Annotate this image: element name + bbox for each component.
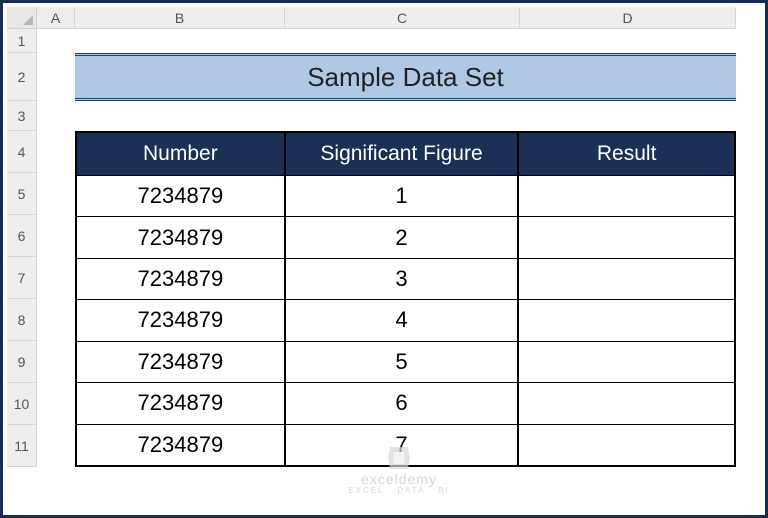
header-number: Number — [77, 133, 286, 175]
watermark-logo-icon — [388, 447, 410, 469]
cell-result[interactable] — [519, 341, 734, 382]
cell-sigfig[interactable]: 3 — [286, 258, 520, 299]
cell-number[interactable]: 7234879 — [77, 424, 286, 465]
table-body: 7234879172348792723487937234879472348795… — [77, 175, 734, 465]
row-header-8[interactable]: 8 — [7, 299, 37, 341]
watermark: exceldemy EXCEL · DATA · BI — [348, 447, 449, 495]
row-header-1[interactable]: 1 — [7, 29, 37, 53]
cell-sigfig[interactable]: 1 — [286, 175, 520, 216]
watermark-brand: exceldemy — [361, 471, 437, 487]
cell-sigfig[interactable]: 5 — [286, 341, 520, 382]
row-header-7[interactable]: 7 — [7, 257, 37, 299]
data-table: Number Significant Figure Result 7234879… — [75, 131, 736, 467]
row-header-4[interactable]: 4 — [7, 131, 37, 173]
header-number-label: Number — [143, 142, 218, 166]
table-row: 72348795 — [77, 341, 734, 382]
cell-number[interactable]: 7234879 — [77, 216, 286, 257]
cell-result[interactable] — [519, 382, 734, 423]
header-result: Result — [519, 133, 734, 175]
cell-number[interactable]: 7234879 — [77, 382, 286, 423]
table-header-row: Number Significant Figure Result — [77, 133, 734, 175]
cell-number[interactable]: 7234879 — [77, 299, 286, 340]
row-header-9[interactable]: 9 — [7, 341, 37, 383]
table-row: 72348793 — [77, 258, 734, 299]
row-headers: 1234567891011 — [7, 29, 37, 511]
cell-result[interactable] — [519, 424, 734, 465]
cell-number[interactable]: 7234879 — [77, 258, 286, 299]
table-row: 72348796 — [77, 382, 734, 423]
header-sigfig: Significant Figure — [286, 133, 520, 175]
table-row: 72348791 — [77, 175, 734, 216]
cells-area: Sample Data Set Number Significant Figur… — [37, 29, 761, 511]
title-text: Sample Data Set — [307, 62, 504, 93]
row-header-3[interactable]: 3 — [7, 101, 37, 131]
column-header-b[interactable]: B — [75, 7, 285, 29]
cell-result[interactable] — [519, 216, 734, 257]
header-result-label: Result — [597, 142, 657, 166]
watermark-tagline: EXCEL · DATA · BI — [348, 486, 449, 495]
table-row: 72348794 — [77, 299, 734, 340]
cell-number[interactable]: 7234879 — [77, 341, 286, 382]
table-row: 72348792 — [77, 216, 734, 257]
header-sigfig-label: Significant Figure — [320, 142, 482, 166]
screenshot-frame: ABCD 1234567891011 Sample Data Set Numbe… — [0, 0, 768, 518]
cell-sigfig[interactable]: 2 — [286, 216, 520, 257]
cell-sigfig[interactable]: 4 — [286, 299, 520, 340]
cell-result[interactable] — [519, 258, 734, 299]
column-header-a[interactable]: A — [37, 7, 75, 29]
select-all-cell[interactable] — [7, 7, 37, 29]
row-header-2[interactable]: 2 — [7, 53, 37, 101]
column-headers: ABCD — [37, 7, 761, 29]
row-header-6[interactable]: 6 — [7, 215, 37, 257]
column-header-d[interactable]: D — [520, 7, 736, 29]
cell-result[interactable] — [519, 175, 734, 216]
cell-sigfig[interactable]: 6 — [286, 382, 520, 423]
cell-number[interactable]: 7234879 — [77, 175, 286, 216]
row-header-10[interactable]: 10 — [7, 383, 37, 425]
row-header-11[interactable]: 11 — [7, 425, 37, 467]
row-header-5[interactable]: 5 — [7, 173, 37, 215]
title-banner: Sample Data Set — [75, 53, 736, 101]
column-header-c[interactable]: C — [285, 7, 520, 29]
spreadsheet: ABCD 1234567891011 Sample Data Set Numbe… — [7, 7, 761, 511]
cell-result[interactable] — [519, 299, 734, 340]
